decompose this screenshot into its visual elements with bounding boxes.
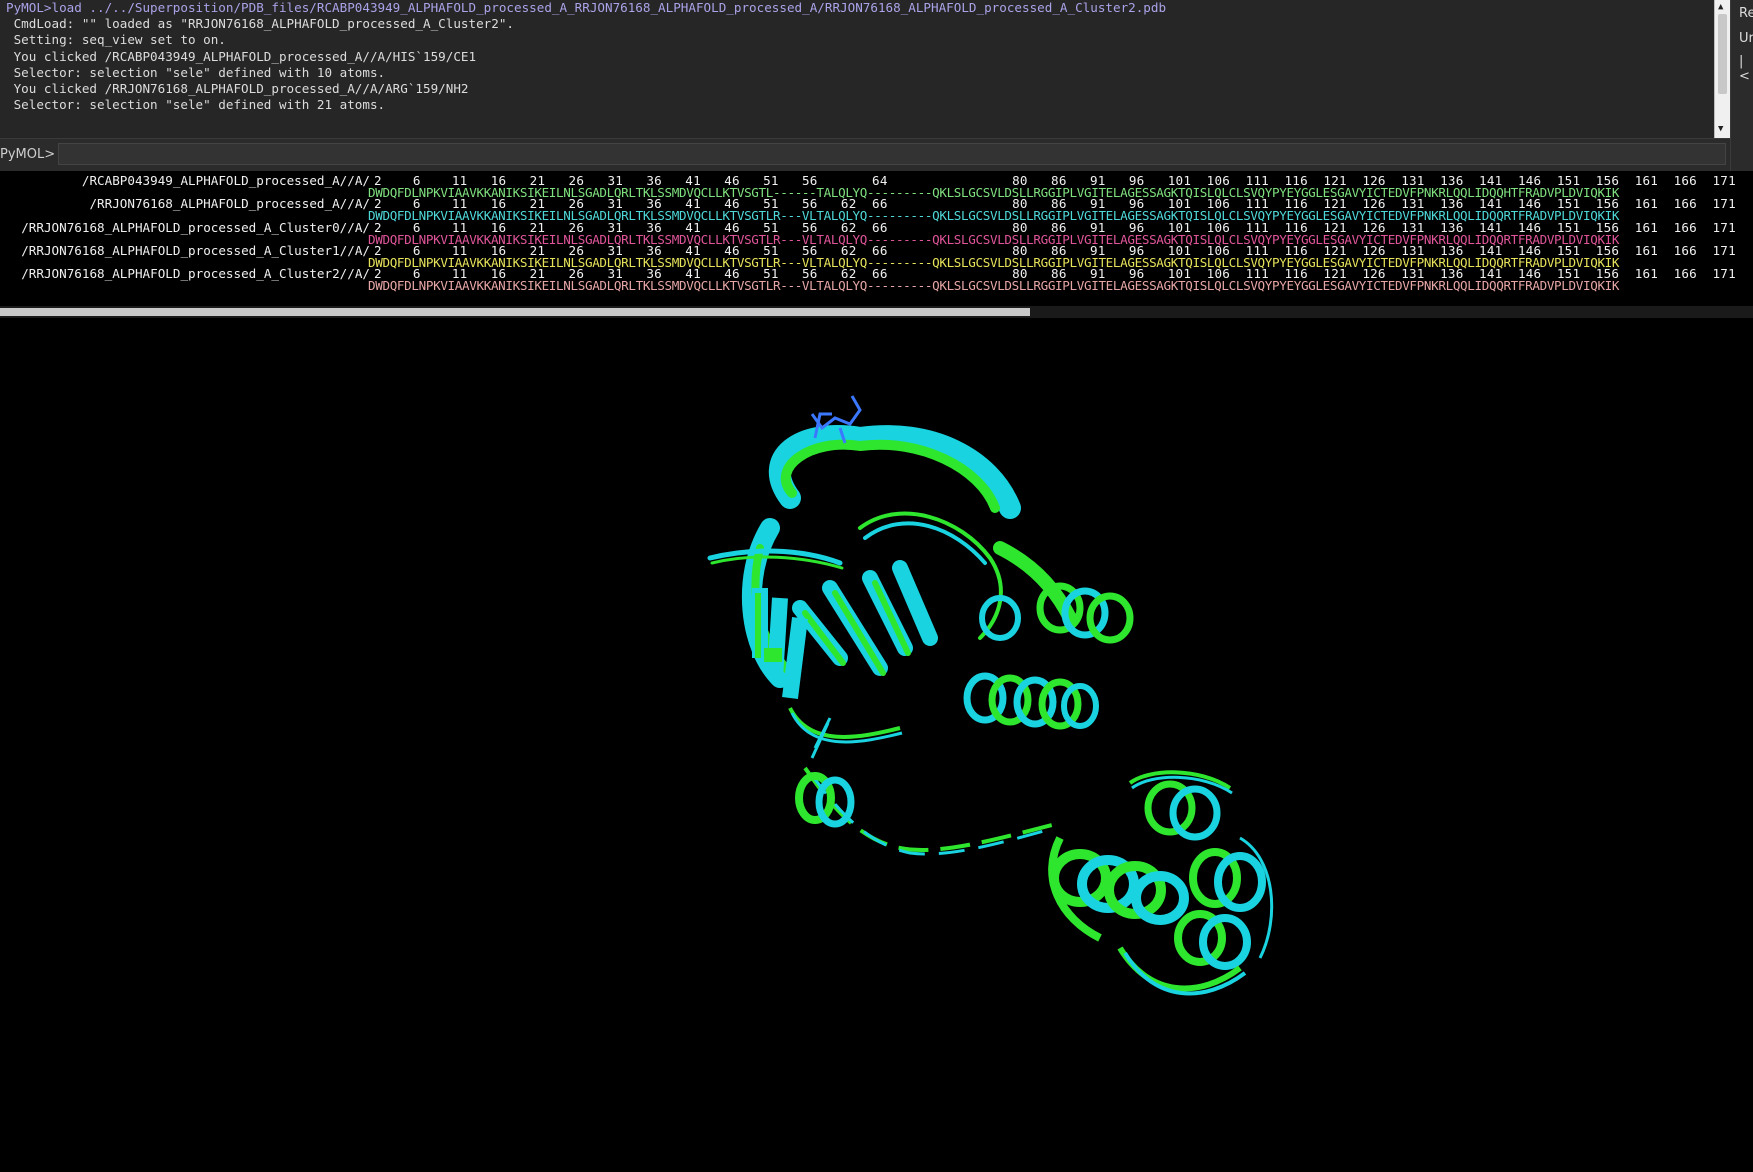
console-line: Selector: selection "sele" defined with …: [6, 97, 386, 113]
sequence-object-name[interactable]: /RCABP043949_ALPHAFOLD_processed_A//A/: [82, 173, 370, 188]
sequence-object-name[interactable]: /RRJON76168_ALPHAFOLD_processed_A_Cluste…: [21, 220, 370, 235]
sequence-object-name[interactable]: /RRJON76168_ALPHAFOLD_processed_A_Cluste…: [21, 243, 370, 258]
console-scrollbar[interactable]: ▲ ▼: [1714, 0, 1730, 138]
console-scrollbar-thumb[interactable]: [1718, 14, 1727, 94]
sequence-row[interactable]: /RRJON76168_ALPHAFOLD_processed_A_Cluste…: [0, 264, 1753, 293]
3d-viewport[interactable]: [0, 318, 1753, 1172]
sequence-object-name[interactable]: /RRJON76168_ALPHAFOLD_processed_A_Cluste…: [21, 266, 370, 281]
console-line: PyMOL>load ../../Superposition/PDB_files…: [6, 0, 1167, 15]
right-panel-label-3[interactable]: |<: [1731, 54, 1753, 84]
command-prompt: PyMOL>: [0, 147, 56, 162]
console-line: Selector: selection "sele" defined with …: [6, 64, 386, 80]
scroll-down-icon[interactable]: ▼: [1718, 124, 1723, 134]
console-line: You clicked /RCABP043949_ALPHAFOLD_proce…: [6, 48, 477, 64]
sequence-object-name[interactable]: /RRJON76168_ALPHAFOLD_processed_A//A/: [89, 196, 370, 211]
command-line: PyMOL>: [0, 138, 1730, 171]
sequence-row[interactable]: /RRJON76168_ALPHAFOLD_processed_A_Cluste…: [0, 241, 1753, 270]
protein-structure[interactable]: [0, 318, 1753, 1172]
right-panel-label-1[interactable]: Re: [1731, 6, 1753, 21]
sequence-row[interactable]: /RRJON76168_ALPHAFOLD_processed_A//A/2 6…: [0, 194, 1753, 223]
sequence-scrollbar[interactable]: [0, 306, 1753, 318]
right-panel-label-2[interactable]: Ur: [1731, 31, 1753, 46]
console-line: You clicked /RRJON76168_ALPHAFOLD_proces…: [6, 81, 469, 97]
residue-sequence[interactable]: DWDQFDLNPKVIAAVKKANIKSIKEILNLSGADLQRLTKL…: [368, 278, 1620, 293]
right-panel: Re Ur |<: [1730, 0, 1753, 172]
console-line: Setting: seq_view set to on.: [6, 32, 226, 48]
sequence-row[interactable]: /RRJON76168_ALPHAFOLD_processed_A_Cluste…: [0, 218, 1753, 247]
console-output: PyMOL>load ../../Superposition/PDB_files…: [0, 0, 1714, 138]
scroll-up-icon[interactable]: ▲: [1718, 2, 1723, 12]
sequence-row[interactable]: /RCABP043949_ALPHAFOLD_processed_A//A/2 …: [0, 171, 1753, 200]
command-input[interactable]: [58, 143, 1726, 165]
sequence-viewer[interactable]: /RCABP043949_ALPHAFOLD_processed_A//A/2 …: [0, 171, 1753, 318]
sequence-scrollbar-thumb[interactable]: [0, 308, 1030, 316]
console-line: CmdLoad: "" loaded as "RRJON76168_ALPHAF…: [6, 16, 514, 32]
